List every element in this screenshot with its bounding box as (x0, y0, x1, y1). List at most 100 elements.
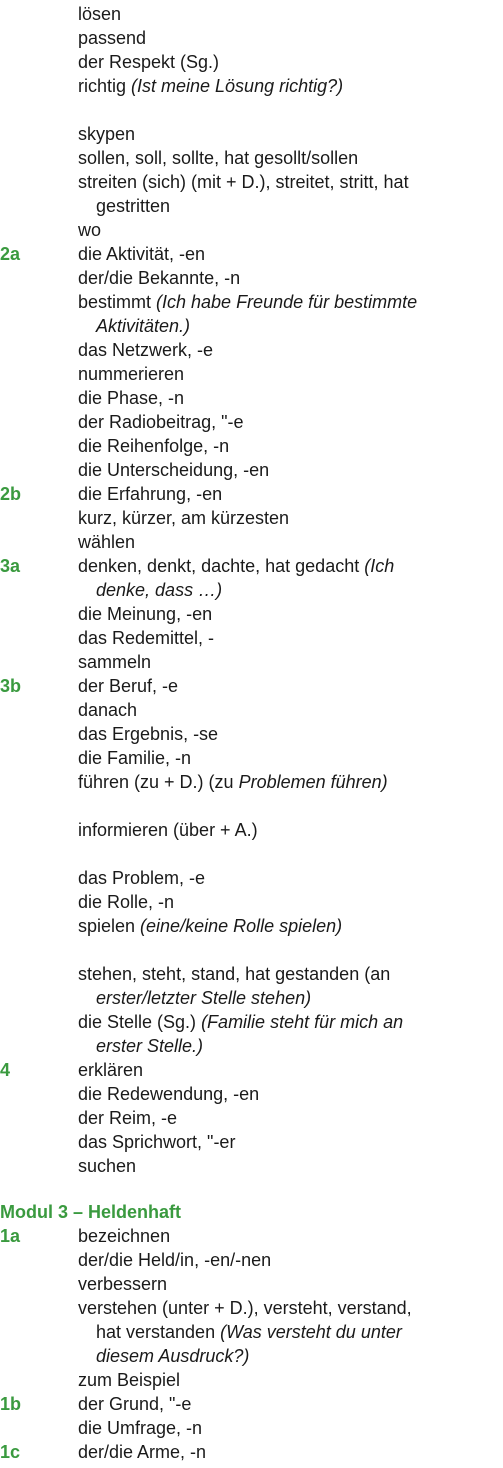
section-heading: Modul 3 – Heldenhaft (0, 1202, 182, 1222)
vocabulary-page: lösen passend der Respekt (Sg.) richtig (Is… (0, 0, 503, 1468)
vocab-entry: die Erfahrung, -en (78, 482, 222, 506)
entry-text: verbessern (78, 1274, 168, 1294)
vocab-row: die Rolle, -n (0, 890, 503, 914)
vocab-entry: verbessern (78, 1272, 167, 1296)
entry-text: die Redewendung, -en (78, 1084, 260, 1104)
vocab-entry: der Reim, -e (78, 1106, 177, 1130)
entry-text: lösen (78, 4, 122, 24)
vocab-row: das Problem, -e (0, 866, 503, 890)
vocab-row: 2a die Aktivität, -en (0, 242, 503, 266)
entry-text: nummerieren (78, 364, 185, 384)
vocab-row: der/die Held/in, -en/-nen (0, 1248, 503, 1272)
section-heading-row: Modul 3 – Heldenhaft (0, 1200, 503, 1224)
example-text: diesem Ausdruck?) (96, 1346, 250, 1366)
vocab-entry: richtig (Ist meine Lösung richtig?) (78, 74, 343, 98)
entry-text: wählen (78, 532, 136, 552)
vocab-row: kurz, kürzer, am kürzesten (0, 506, 503, 530)
vocab-entry: das Ergebnis, -se (78, 722, 218, 746)
vocab-row: danach (0, 698, 503, 722)
vocab-row: zum Beispiel (0, 1368, 503, 1392)
vocab-row: spielen (eine/keine Rolle spielen) (0, 914, 503, 938)
vocab-entry: führen (zu + D.) (zu Problemen führen) (78, 770, 388, 794)
entry-text: der Radiobeitrag, "-e (78, 412, 244, 432)
vocab-entry: die Aktivität, -en (78, 242, 205, 266)
vocab-entry: sammeln (78, 650, 151, 674)
example-text: Problemen führen) (238, 772, 388, 792)
entry-text: die Rolle, -n (78, 892, 175, 912)
vocab-row: der Radiobeitrag, "-e (0, 410, 503, 434)
vocab-row: die Phase, -n (0, 386, 503, 410)
entry-text: danach (78, 700, 138, 720)
vocab-row: erster/letzter Stelle stehen) (0, 986, 503, 1010)
entry-text: die Meinung, -en (78, 604, 213, 624)
vocab-row: 1c der/die Arme, -n (0, 1440, 503, 1464)
vocab-entry: der Radiobeitrag, "-e (78, 410, 243, 434)
entry-text: streiten (sich) (mit + D.), streitet, st… (78, 172, 409, 192)
vocab-entry: die Rolle, -n (78, 890, 174, 914)
vocab-row: richtig (Ist meine Lösung richtig?) (0, 74, 503, 98)
vocab-row: die Meinung, -en (0, 602, 503, 626)
entry-text: der Respekt (Sg.) (78, 52, 220, 72)
entry-text: die Stelle (Sg.) (78, 1012, 202, 1032)
vocab-entry: der Respekt (Sg.) (78, 50, 219, 74)
entry-text: die Phase, -n (78, 388, 185, 408)
vocab-row: wählen (0, 530, 503, 554)
vocab-row: suchen (0, 1154, 503, 1178)
entry-text: die Erfahrung, -en (78, 484, 223, 504)
entry-text: bestimmt (78, 292, 157, 312)
vocab-row: streiten (sich) (mit + D.), streitet, st… (0, 170, 503, 194)
vocab-row: Aktivitäten.) (0, 314, 503, 338)
vocab-entry: spielen (eine/keine Rolle spielen) (78, 914, 342, 938)
vocab-entry: streiten (sich) (mit + D.), streitet, st… (78, 170, 409, 194)
vocab-entry: kurz, kürzer, am kürzesten (78, 506, 289, 530)
vocab-entry: das Problem, -e (78, 866, 205, 890)
vocab-row: skypen (0, 122, 503, 146)
vocab-row: der/die Bekannte, -n (0, 266, 503, 290)
vocab-entry: der Beruf, -e (78, 674, 178, 698)
vocab-entry: die Familie, -n (78, 746, 191, 770)
vocab-entry: die Phase, -n (78, 386, 184, 410)
entry-text: der/die Arme, -n (78, 1442, 207, 1462)
exercise-number: 1a (0, 1226, 21, 1246)
example-text: (eine/keine Rolle spielen) (140, 916, 343, 936)
entry-text: der Beruf, -e (78, 676, 179, 696)
vocab-entry: sollen, soll, sollte, hat gesollt/sollen (78, 146, 358, 170)
entry-text: erklären (78, 1060, 144, 1080)
vocab-entry-continuation: diesem Ausdruck?) (96, 1344, 249, 1368)
vocab-entry: danach (78, 698, 137, 722)
entry-text: führen (zu + D.) (zu (78, 772, 239, 792)
vocab-entry-continuation: hat verstanden (Was versteht du unter (96, 1320, 402, 1344)
vocab-entry: stehen, steht, stand, hat gestanden (an (78, 962, 390, 986)
entry-text: informieren (über + A.) (78, 820, 258, 840)
example-text: denke, dass …) (96, 580, 223, 600)
entry-text: der/die Bekannte, -n (78, 268, 241, 288)
entry-text: stehen, steht, stand, hat gestanden (an (78, 964, 391, 984)
vocab-entry-continuation: Aktivitäten.) (96, 314, 190, 338)
example-text: (Ich (364, 556, 395, 576)
example-text: (Was versteht du unter (220, 1322, 402, 1342)
entry-text: hat verstanden (96, 1322, 221, 1342)
vocab-entry: passend (78, 26, 146, 50)
vocab-entry: der Grund, "-e (78, 1392, 191, 1416)
vocab-entry: skypen (78, 122, 135, 146)
vocab-entry-continuation: erster Stelle.) (96, 1034, 203, 1058)
entry-text: die Familie, -n (78, 748, 192, 768)
vocab-entry: die Stelle (Sg.) (Familie steht für mich… (78, 1010, 403, 1034)
entry-text: verstehen (unter + D.), versteht, versta… (78, 1298, 412, 1318)
entry-text: passend (78, 28, 147, 48)
vocab-row: verstehen (unter + D.), versteht, versta… (0, 1296, 503, 1320)
vocab-entry: erklären (78, 1058, 143, 1082)
vocab-row: die Umfrage, -n (0, 1416, 503, 1440)
vocab-entry: die Unterscheidung, -en (78, 458, 269, 482)
vocab-entry: denken, denkt, dachte, hat gedacht (Ich (78, 554, 394, 578)
vocab-entry: die Meinung, -en (78, 602, 212, 626)
vocab-row: gestritten (0, 194, 503, 218)
vocab-row: das Sprichwort, "-er (0, 1130, 503, 1154)
vocab-row: 1b der Grund, "-e (0, 1392, 503, 1416)
entry-text: sollen, soll, sollte, hat gesollt/sollen (78, 148, 359, 168)
vocab-entry: das Redemittel, - (78, 626, 214, 650)
example-text: (Familie steht für mich an (201, 1012, 404, 1032)
entry-text: der Reim, -e (78, 1108, 178, 1128)
vocab-row: der Respekt (Sg.) (0, 50, 503, 74)
vocab-entry: die Umfrage, -n (78, 1416, 202, 1440)
